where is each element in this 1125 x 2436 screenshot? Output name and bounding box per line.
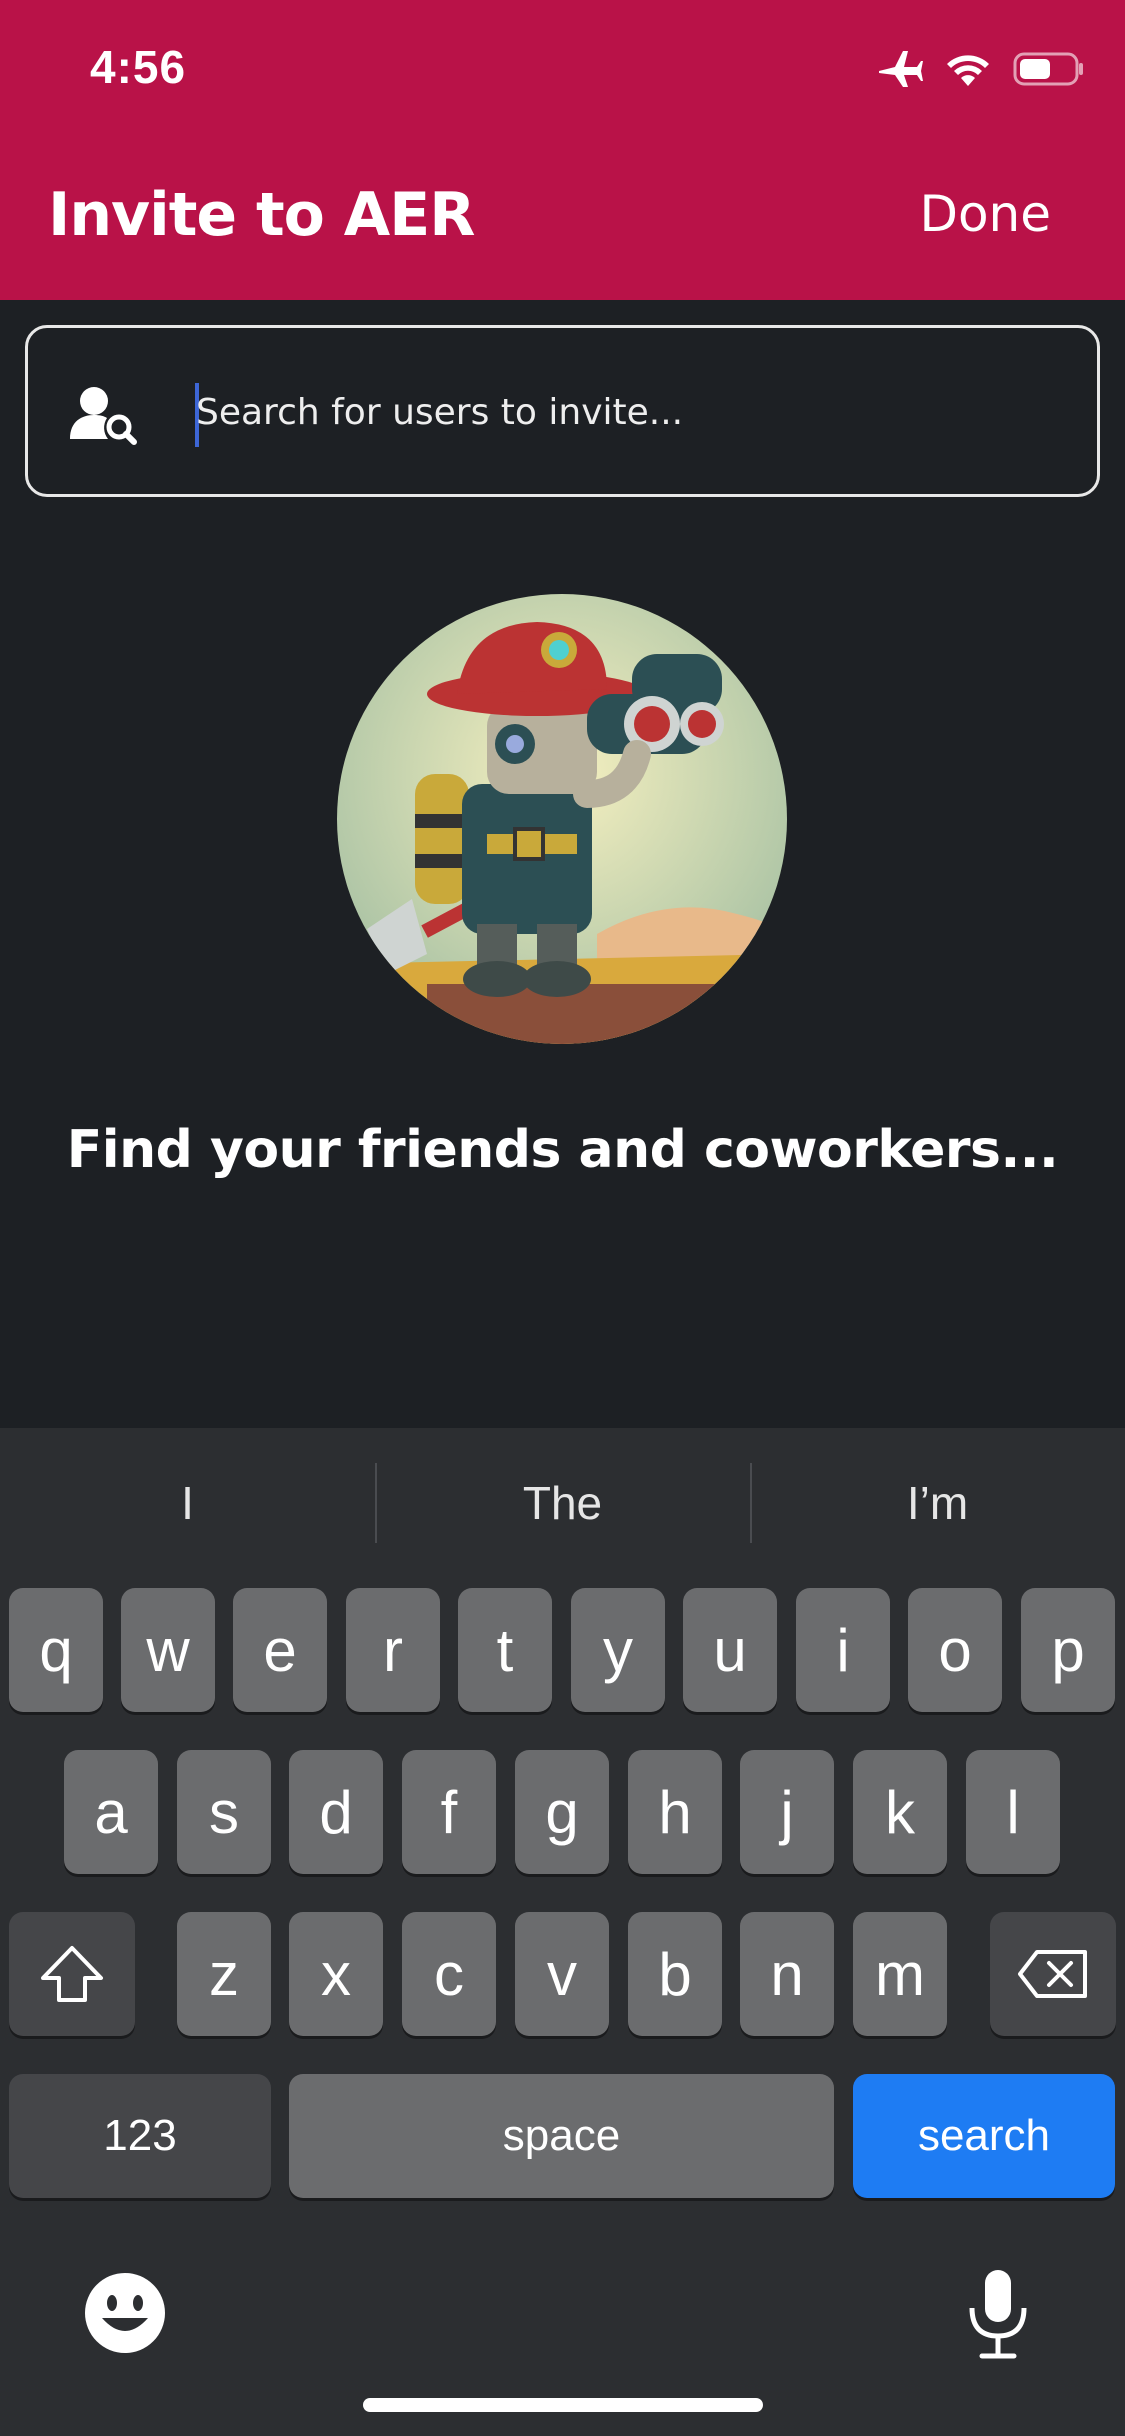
key-y[interactable]: y: [571, 1588, 665, 1712]
key-a[interactable]: a: [64, 1750, 158, 1874]
key-v[interactable]: v: [515, 1912, 609, 2036]
predictive-bar: I The I’m: [0, 1428, 1125, 1578]
wifi-icon: [947, 55, 989, 86]
key-s[interactable]: s: [177, 1750, 271, 1874]
numbers-key[interactable]: 123: [9, 2074, 271, 2198]
status-icons: [877, 44, 1085, 94]
app-header: 4:56 Invite to AER Done: [0, 0, 1125, 300]
key-l[interactable]: l: [966, 1750, 1060, 1874]
key-g[interactable]: g: [515, 1750, 609, 1874]
done-button[interactable]: Done: [919, 185, 1051, 243]
onscreen-keyboard: I The I’m q w e r t y u i o p a s d f g …: [0, 1428, 1125, 2436]
key-e[interactable]: e: [233, 1588, 327, 1712]
key-b[interactable]: b: [628, 1912, 722, 2036]
suggestion-item[interactable]: I: [0, 1428, 375, 1578]
airplane-icon: [879, 51, 923, 87]
key-j[interactable]: j: [740, 1750, 834, 1874]
robot-firefighter-illustration: [337, 594, 787, 1044]
backspace-key[interactable]: [990, 1912, 1116, 2036]
key-x[interactable]: x: [289, 1912, 383, 2036]
key-c[interactable]: c: [402, 1912, 496, 2036]
microphone-key[interactable]: [960, 2268, 1036, 2362]
key-w[interactable]: w: [121, 1588, 215, 1712]
backspace-icon: [1018, 1950, 1087, 1998]
key-q[interactable]: q: [9, 1588, 103, 1712]
search-key[interactable]: search: [853, 2074, 1115, 2198]
shift-key[interactable]: [9, 1912, 135, 2036]
key-f[interactable]: f: [402, 1750, 496, 1874]
search-input[interactable]: Search for users to invite...: [25, 325, 1100, 497]
key-t[interactable]: t: [458, 1588, 552, 1712]
key-m[interactable]: m: [853, 1912, 947, 2036]
key-u[interactable]: u: [683, 1588, 777, 1712]
empty-state-message: Find your friends and coworkers...: [66, 1120, 1059, 1180]
key-i[interactable]: i: [796, 1588, 890, 1712]
home-indicator: [363, 2398, 763, 2412]
key-p[interactable]: p: [1021, 1588, 1115, 1712]
space-key[interactable]: space: [289, 2074, 834, 2198]
suggestion-item[interactable]: The: [375, 1428, 750, 1578]
key-d[interactable]: d: [289, 1750, 383, 1874]
emoji-key[interactable]: [82, 2270, 168, 2356]
microphone-icon: [969, 2270, 1027, 2359]
search-placeholder: Search for users to invite...: [196, 392, 684, 433]
shift-icon: [41, 1946, 103, 2002]
key-n[interactable]: n: [740, 1912, 834, 2036]
user-search-icon: [66, 383, 146, 447]
key-o[interactable]: o: [908, 1588, 1002, 1712]
battery-icon: [1013, 52, 1083, 86]
key-h[interactable]: h: [628, 1750, 722, 1874]
status-time: 4:56: [90, 41, 187, 93]
key-k[interactable]: k: [853, 1750, 947, 1874]
key-z[interactable]: z: [177, 1912, 271, 2036]
page-title: Invite to AER: [48, 180, 475, 250]
suggestion-item[interactable]: I’m: [750, 1428, 1125, 1578]
emoji-icon: [85, 2273, 165, 2353]
key-r[interactable]: r: [346, 1588, 440, 1712]
